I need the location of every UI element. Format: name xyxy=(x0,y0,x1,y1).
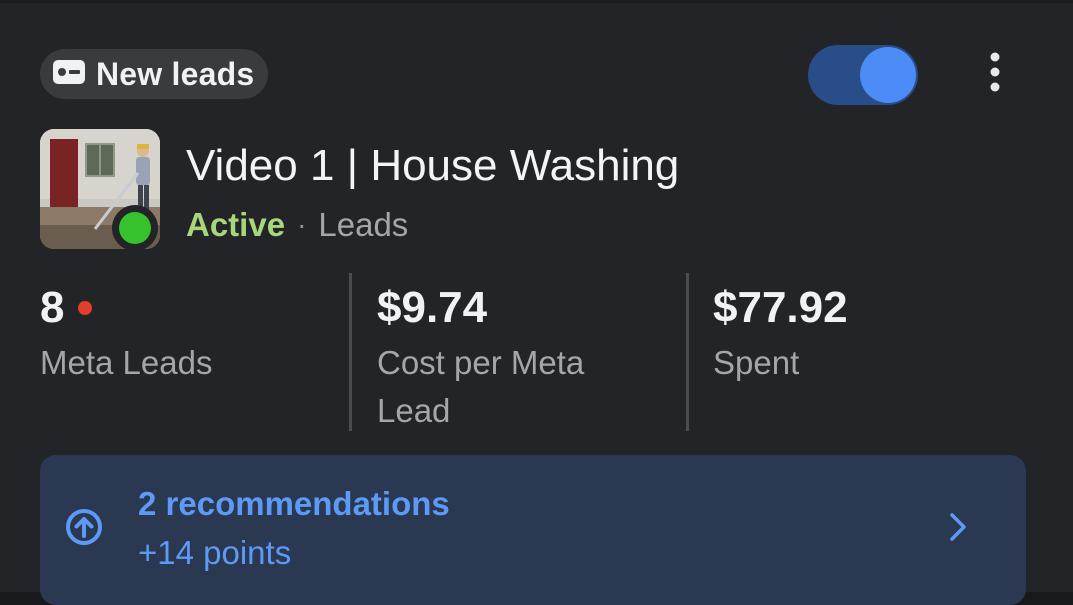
metric-divider xyxy=(349,273,352,431)
chevron-right-icon xyxy=(946,509,970,550)
cost-per-lead-value: $9.74 xyxy=(377,283,488,332)
metric-value: $77.92 xyxy=(713,283,848,333)
metric-label: Meta Leads xyxy=(40,344,213,381)
metric-label: Cost per Meta Lead xyxy=(377,344,585,429)
more-options-button[interactable] xyxy=(970,49,1020,99)
status-text: Active xyxy=(186,206,286,243)
ad-card: New leads Video 1 | House Washing Active… xyxy=(0,0,1073,605)
new-leads-chip: New leads xyxy=(40,49,269,99)
metrics-row: 8 Meta Leads $9.74 Cost per Meta Lead $7… xyxy=(0,271,1073,433)
metric-value: 8 xyxy=(40,283,93,333)
new-indicator-dot xyxy=(78,301,93,315)
metric-meta-leads[interactable]: 8 Meta Leads xyxy=(40,271,340,433)
ad-title[interactable]: Video 1 | House Washing xyxy=(186,141,679,191)
recommendations-title: 2 recommendations xyxy=(138,485,450,522)
metric-label: Spent xyxy=(713,344,800,381)
toggle-knob xyxy=(860,47,916,103)
arrow-up-circle-icon xyxy=(64,507,104,552)
ad-thumbnail[interactable] xyxy=(40,129,160,251)
ad-active-toggle[interactable] xyxy=(808,45,918,105)
metric-cost-per-lead[interactable]: $9.74 Cost per Meta Lead xyxy=(377,271,667,433)
recommendations-points: +14 points xyxy=(138,534,292,571)
spent-value: $77.92 xyxy=(713,283,848,332)
objective-text: Leads xyxy=(318,206,409,243)
recommendations-banner[interactable]: 2 recommendations +14 points xyxy=(40,455,1026,605)
metric-value: $9.74 xyxy=(377,283,487,333)
chip-label: New leads xyxy=(96,55,255,92)
lead-form-icon xyxy=(52,59,86,90)
ad-status-line: Active · Leads xyxy=(186,206,408,244)
separator: · xyxy=(297,209,307,240)
meta-leads-value: 8 xyxy=(40,283,65,332)
metric-divider xyxy=(686,273,689,431)
metric-spent[interactable]: $77.92 Spent xyxy=(713,271,1013,433)
more-vertical-icon xyxy=(990,52,1000,97)
active-status-indicator xyxy=(112,205,158,251)
